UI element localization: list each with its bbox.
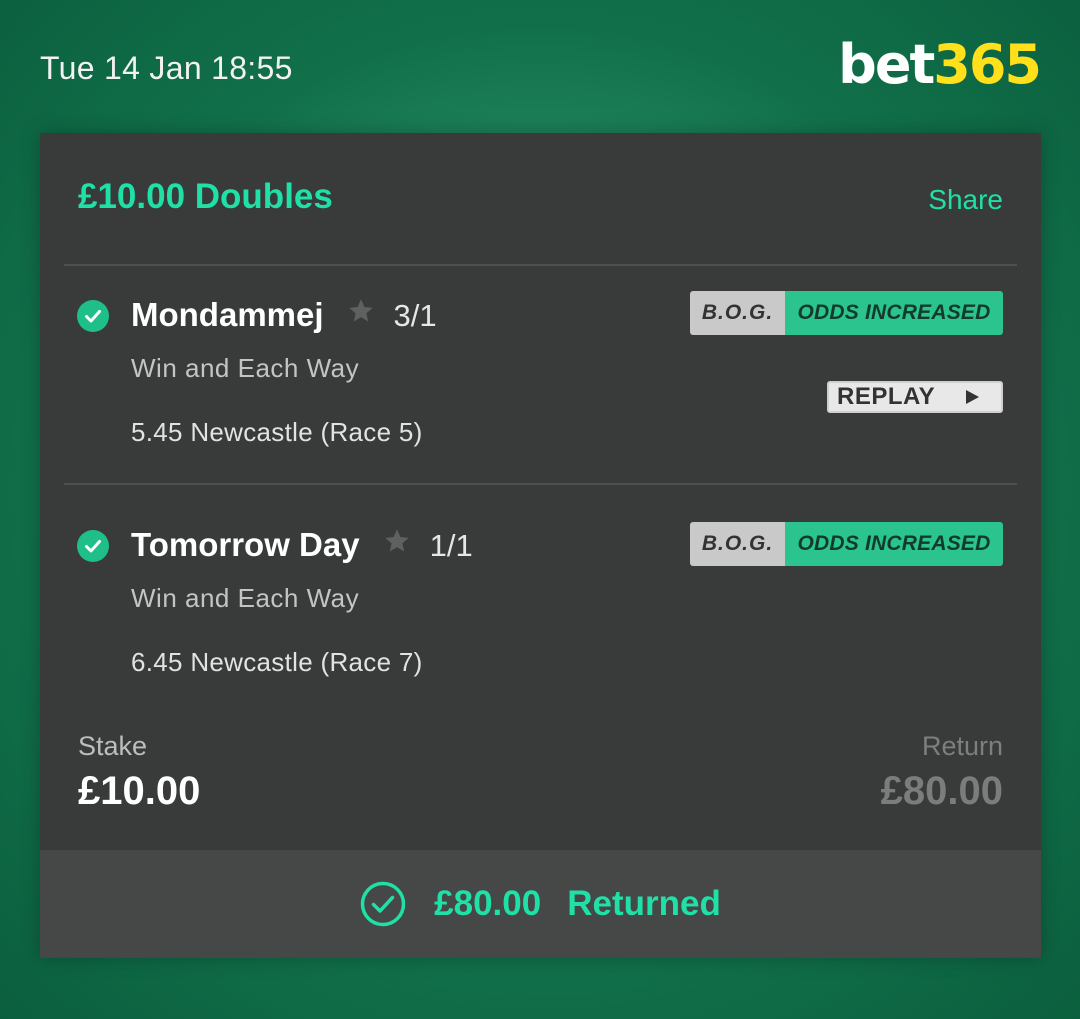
selection-market: Win and Each Way (131, 583, 360, 613)
selection-name-text: Mondammej (131, 296, 324, 333)
selection-2: Tomorrow Day 1/1 Win and Each Way 6.45 Ne… (40, 496, 1041, 696)
bog-label: B.O.G. (690, 291, 785, 335)
share-button[interactable]: Share (928, 184, 1003, 216)
stake-value: £10.00 (78, 769, 201, 813)
return-value: £80.00 (880, 769, 1003, 813)
bog-badge: B.O.G. ODDS INCREASED (690, 522, 1003, 566)
bet-card: £10.00 Doubles Share Mondammej 3/1 Win an… (40, 133, 1041, 958)
odds-increased-label: ODDS INCREASED (785, 522, 1003, 566)
returned-amount: £80.00 (434, 884, 542, 923)
replay-button[interactable]: REPLAY (827, 381, 1003, 413)
bet365-logo: bet365 (838, 38, 1042, 92)
bet-title: £10.00 Doubles (78, 177, 333, 216)
selection-name-text: Tomorrow Day (131, 526, 360, 563)
star-icon[interactable] (346, 295, 376, 333)
divider (64, 483, 1017, 485)
bog-badge: B.O.G. ODDS INCREASED (690, 291, 1003, 335)
odds-increased-label: ODDS INCREASED (785, 291, 1003, 335)
selection-odds: 1/1 (429, 528, 473, 563)
selection-market: Win and Each Way (131, 353, 360, 383)
return-label: Return (921, 731, 1003, 761)
datetime: Tue 14 Jan 18:55 (40, 50, 293, 86)
play-icon (943, 383, 1001, 411)
check-circle-outline-icon (360, 881, 406, 927)
selection-race: 6.45 Newcastle (Race 7) (131, 647, 423, 677)
selection-1: Mondammej 3/1 Win and Each Way 5.45 Newca… (40, 266, 1041, 466)
star-icon[interactable] (382, 525, 412, 563)
returned-banner: £80.00 Returned (40, 850, 1041, 958)
logo-365: 365 (933, 33, 1042, 96)
returned-label: Returned (567, 884, 721, 923)
check-circle-icon (77, 530, 109, 562)
selection-odds: 3/1 (393, 298, 437, 333)
selection-name: Mondammej 3/1 (131, 296, 437, 336)
replay-label: REPLAY (837, 383, 936, 410)
bog-label: B.O.G. (690, 522, 785, 566)
selection-race: 5.45 Newcastle (Race 5) (131, 417, 423, 447)
selection-name: Tomorrow Day 1/1 (131, 526, 473, 566)
logo-bet: bet (838, 33, 935, 96)
check-circle-icon (77, 300, 109, 332)
stake-label: Stake (78, 731, 148, 761)
